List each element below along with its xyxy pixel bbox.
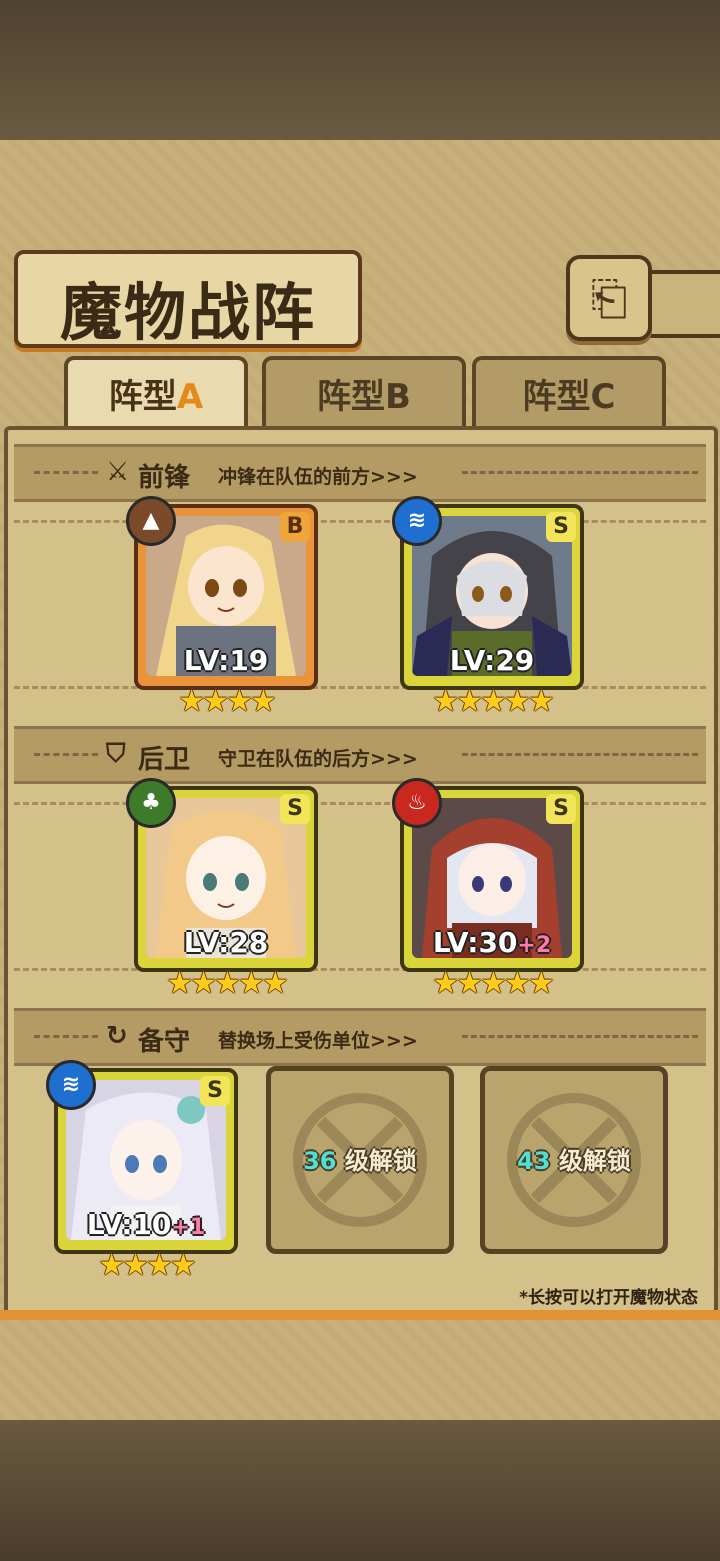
- monster-level: LV:30+2: [432, 926, 552, 959]
- section-desc-front: 冲锋在队伍的前方>>>: [218, 466, 418, 488]
- star-rating: ★★★★★: [432, 684, 554, 719]
- earth-element-icon: ▲: [126, 496, 176, 546]
- grade-badge: S: [200, 1076, 230, 1106]
- water-element-icon: ≋: [392, 496, 442, 546]
- monster-level: LV:19: [183, 644, 269, 677]
- panel-bottom-edge: [0, 1310, 720, 1320]
- top-background: [0, 0, 720, 140]
- grade-badge: S: [546, 794, 576, 824]
- star-rating: ★★★★★: [432, 966, 554, 1001]
- unlock-requirement: 43 级解锁: [517, 1147, 631, 1175]
- fire-element-icon: ♨: [392, 778, 442, 828]
- tab-formation-b[interactable]: 阵型B: [262, 356, 466, 430]
- shield-icon: ⛉: [106, 739, 126, 769]
- bottom-background: [0, 1420, 720, 1561]
- water-element-icon: ≋: [46, 1060, 96, 1110]
- tab-formation-a[interactable]: 阵型A: [64, 356, 248, 430]
- tab-label: 阵型: [317, 377, 386, 417]
- grade-badge: S: [546, 512, 576, 542]
- tab-label: 阵型: [522, 377, 591, 417]
- tab-letter: B: [385, 377, 411, 417]
- star-rating: ★★★★★: [166, 966, 288, 1001]
- section-desc-reserve: 替换场上受伤单位>>>: [218, 1030, 418, 1052]
- locked-slot-2[interactable]: 43 级解锁: [480, 1066, 668, 1254]
- unlock-requirement: 36 级解锁: [303, 1147, 417, 1175]
- monster-card-front-1[interactable]: B ▲ LV:19 ★★★★: [126, 496, 318, 719]
- wood-element-icon: ♣: [126, 778, 176, 828]
- monster-card-front-2[interactable]: S ≋ LV:29 ★★★★★: [392, 496, 584, 719]
- tab-label: 阵型: [108, 377, 177, 417]
- star-rating: ★★★★: [178, 684, 277, 719]
- tab-letter: C: [590, 377, 616, 417]
- section-header-front: ⚔ 前锋 冲锋在队伍的前方>>>: [14, 444, 706, 502]
- back-arrow-icon: ⎗: [590, 271, 628, 325]
- monster-level: LV:10+1: [86, 1208, 206, 1241]
- monster-card-rear-2[interactable]: S ♨ LV:30+2 ★★★★★: [392, 778, 584, 1001]
- monster-level: LV:29: [449, 644, 535, 677]
- back-button-rail: [644, 270, 720, 338]
- grade-badge: S: [280, 794, 310, 824]
- monster-card-rear-1[interactable]: S ♣ LV:28 ★★★★★: [126, 778, 318, 1001]
- sword-icon: ⚔: [106, 457, 130, 487]
- monster-level: LV:28: [183, 926, 269, 959]
- section-header-reserve: ↻ 备守 替换场上受伤单位>>>: [14, 1008, 706, 1066]
- title-plaque: 魔物战阵: [14, 250, 362, 349]
- back-button[interactable]: ⎗: [566, 255, 652, 341]
- section-title-front: 前锋: [138, 463, 191, 493]
- grade-badge: B: [280, 512, 310, 542]
- section-header-rear: ⛉ 后卫 守卫在队伍的后方>>>: [14, 726, 706, 784]
- level-bonus: +2: [517, 933, 552, 958]
- locked-slot-1[interactable]: 36 级解锁: [266, 1066, 454, 1254]
- swap-icon: ↻: [106, 1021, 128, 1051]
- monster-card-reserve-1[interactable]: S ≋ LV:10+1 ★★★★: [46, 1060, 238, 1283]
- long-press-hint: *长按可以打开魔物状态: [519, 1288, 698, 1308]
- tab-letter: A: [176, 377, 204, 417]
- section-title-reserve: 备守: [138, 1027, 191, 1057]
- tab-formation-c[interactable]: 阵型C: [472, 356, 666, 430]
- page-title: 魔物战阵: [59, 276, 316, 349]
- section-title-rear: 后卫: [138, 745, 191, 775]
- level-bonus: +1: [171, 1215, 206, 1240]
- section-desc-rear: 守卫在队伍的后方>>>: [218, 748, 418, 770]
- star-rating: ★★★★: [98, 1248, 197, 1283]
